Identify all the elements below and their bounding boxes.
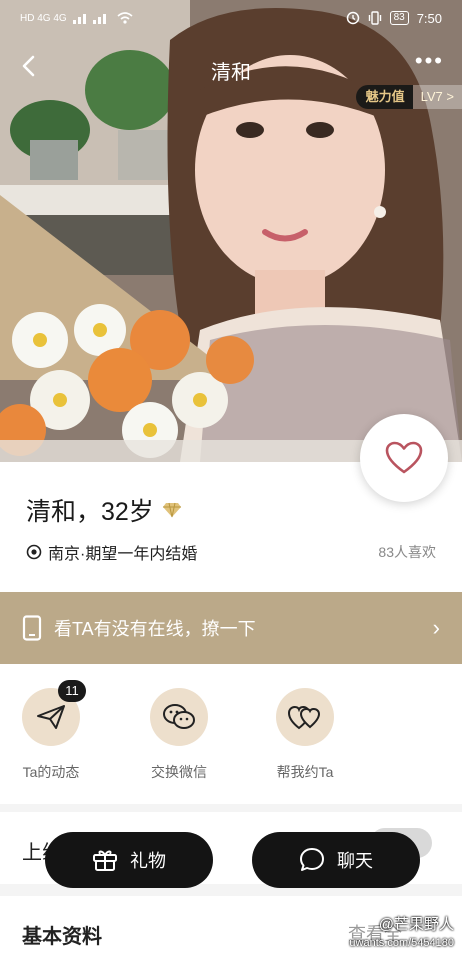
profile-photo[interactable]: HD 4G 4G 83 7:50 清和 ••• 魅力值 LV7 >: [0, 0, 462, 462]
wechat-icon-bg: [150, 688, 208, 746]
charm-level: LV7 >: [412, 85, 462, 109]
heart-icon: [385, 441, 423, 474]
alarm-icon: [346, 11, 359, 25]
watermark-author: @芒果野人: [378, 916, 454, 933]
watermark-url: uwants.com/5454180: [349, 937, 454, 949]
wifi-icon: [117, 12, 133, 24]
action-moments[interactable]: 11 Ta的动态: [6, 680, 96, 782]
signal-bars-icon: [72, 14, 106, 24]
gift-label: 礼物: [130, 851, 166, 871]
paper-plane-icon: [37, 705, 65, 729]
like-button[interactable]: [360, 414, 448, 502]
location-text: 南京·期望一年内结婚: [48, 546, 198, 563]
signal-icons: HD 4G 4G: [20, 12, 133, 24]
status-right: 83 7:50: [346, 11, 442, 26]
gift-icon: [93, 850, 117, 871]
location-icon: [26, 544, 42, 560]
charm-label: 魅力值: [355, 85, 413, 109]
likes-count: 83人喜欢: [378, 544, 436, 560]
name-age: 清和，32岁: [26, 498, 154, 526]
action-label: 帮我约Ta: [276, 764, 334, 780]
action-exchange-wechat[interactable]: 交换微信: [134, 688, 224, 782]
name-row: 清和，32岁: [26, 492, 182, 528]
action-arrange-date[interactable]: 帮我约Ta: [260, 688, 350, 782]
battery-level: 83: [389, 11, 409, 25]
action-row: 11 Ta的动态 交换微信 帮我约Ta: [0, 664, 462, 804]
hearts-icon-bg: [276, 688, 334, 746]
watermark: @芒果野人 uwants.com/5454180: [349, 916, 454, 952]
charm-level-badge[interactable]: 魅力值 LV7 >: [355, 85, 462, 109]
gift-button[interactable]: 礼物: [45, 832, 213, 888]
chat-label: 聊天: [337, 851, 373, 871]
diamond-icon: [162, 502, 181, 518]
page-title: 清和: [211, 62, 251, 84]
wechat-icon: [163, 704, 195, 729]
basic-info-title: 基本资料: [22, 926, 102, 948]
location-row: 南京·期望一年内结婚: [26, 540, 197, 564]
online-check-text: 看TA有没有在线，撩一下: [54, 619, 256, 639]
signal-text: HD 4G 4G: [20, 12, 67, 24]
phone-icon: [22, 615, 42, 641]
status-bar: HD 4G 4G 83 7:50: [0, 0, 462, 36]
action-label: 交换微信: [151, 764, 207, 780]
moments-badge: 11: [58, 680, 86, 702]
top-nav: 清和 •••: [0, 46, 462, 90]
more-menu-icon[interactable]: •••: [415, 50, 444, 72]
status-time: 7:50: [416, 10, 442, 26]
online-check-bar[interactable]: 看TA有没有在线，撩一下 ›: [0, 592, 462, 664]
moments-icon-bg: 11: [22, 680, 86, 746]
hearts-icon: [287, 705, 321, 730]
chat-bubble-icon: [300, 848, 324, 871]
action-label: Ta的动态: [22, 764, 80, 780]
chat-button[interactable]: 聊天: [252, 832, 420, 888]
vibrate-icon: [368, 11, 381, 25]
chevron-right-icon: ›: [432, 615, 440, 640]
